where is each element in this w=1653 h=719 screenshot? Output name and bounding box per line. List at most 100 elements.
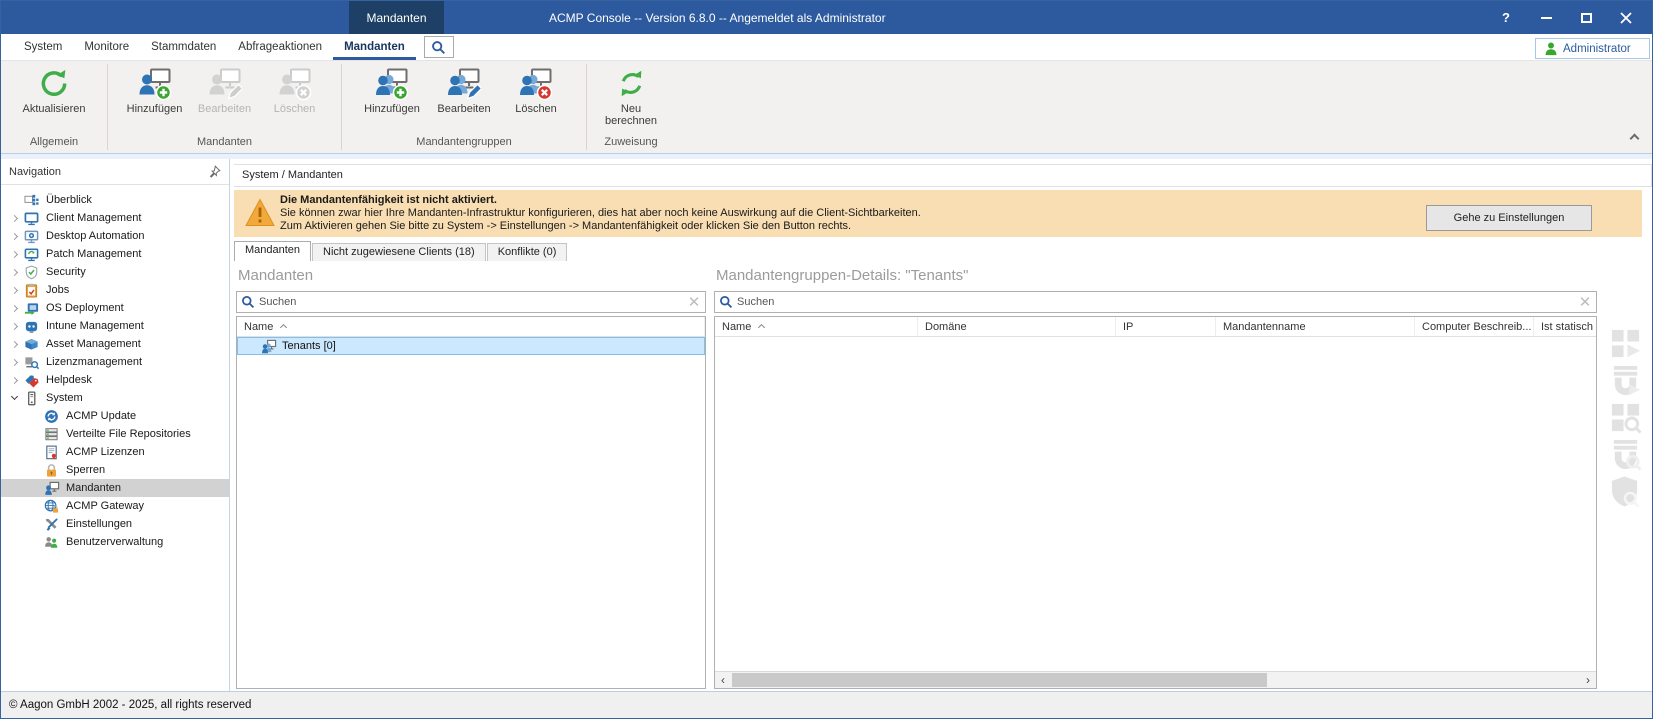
sidebar-item-jobs[interactable]: Jobs xyxy=(1,281,229,299)
ribbon-group-label: Mandantengruppen xyxy=(342,136,586,153)
column-header-name[interactable]: Name xyxy=(715,317,918,336)
details-table-body xyxy=(715,337,1596,671)
warning-icon xyxy=(244,197,276,234)
chevron-right-icon xyxy=(10,250,17,257)
menu-item-monitore[interactable]: Monitore xyxy=(73,34,140,60)
menu-search-button[interactable] xyxy=(424,36,454,58)
sidebar-item-acmp-lizenzen[interactable]: ACMP Lizenzen xyxy=(1,443,229,461)
titlebar-active-tab[interactable]: Mandanten xyxy=(349,1,444,34)
sidebar-item-desktop-automation[interactable]: Desktop Automation xyxy=(1,227,229,245)
watermark-strip xyxy=(1599,261,1652,691)
details-search-input[interactable] xyxy=(733,296,1574,308)
gruppen-hinzufuegen-button[interactable]: Hinzufügen xyxy=(356,61,428,115)
mandanten-hinzufuegen-button[interactable]: Hinzufügen xyxy=(120,61,190,115)
search-icon xyxy=(719,295,733,309)
menu-item-abfrageaktionen[interactable]: Abfrageaktionen xyxy=(227,34,333,60)
sidebar-item-mandanten[interactable]: Mandanten xyxy=(1,479,229,497)
tab-mandanten[interactable]: Mandanten xyxy=(234,241,311,261)
scrollbar-thumb[interactable] xyxy=(732,673,1267,687)
neu-berechnen-button[interactable]: Neu berechnen xyxy=(594,61,668,127)
breadcrumb: System / Mandanten xyxy=(234,164,1652,187)
sidebar-item-ueberblick[interactable]: Überblick xyxy=(1,191,229,209)
gruppen-bearbeiten-button[interactable]: Bearbeiten xyxy=(428,61,500,115)
ribbon-collapse-button[interactable] xyxy=(1631,129,1638,147)
menu-item-system[interactable]: System xyxy=(13,34,73,60)
clear-search-icon[interactable]: ✕ xyxy=(1574,293,1596,311)
scroll-left-icon[interactable]: ‹ xyxy=(715,673,731,688)
copyright-text: © Aagon GmbH 2002 - 2025, all rights res… xyxy=(9,699,251,711)
os-deployment-icon xyxy=(23,301,40,316)
sidebar-item-acmp-gateway[interactable]: ACMP Gateway xyxy=(1,497,229,515)
scrollbar-track[interactable] xyxy=(731,672,1580,688)
tab-nicht-zugewiesene-clients[interactable]: Nicht zugewiesene Clients (18) xyxy=(312,243,486,261)
scroll-right-icon[interactable]: › xyxy=(1580,673,1596,688)
watermark-list-play-icon xyxy=(1609,364,1642,397)
aktualisieren-button[interactable]: Aktualisieren xyxy=(8,61,100,115)
tenants-icon xyxy=(43,481,60,496)
sidebar-item-asset-management[interactable]: Asset Management xyxy=(1,335,229,353)
column-header-computer-beschreibung[interactable]: Computer Beschreib... xyxy=(1415,317,1534,336)
client-management-icon xyxy=(23,211,40,226)
sidebar-item-einstellungen[interactable]: Einstellungen xyxy=(1,515,229,533)
window-controls: ? xyxy=(1486,1,1646,34)
gehe-zu-einstellungen-button[interactable]: Gehe zu Einstellungen xyxy=(1426,205,1592,231)
chevron-right-icon xyxy=(10,322,17,329)
warning-line-3: Zum Aktivieren gehen Sie bitte zu System… xyxy=(280,220,921,233)
sidebar-item-verteilte-file-repositories[interactable]: Verteilte File Repositories xyxy=(1,425,229,443)
maximize-button[interactable] xyxy=(1566,1,1606,34)
watermark-list-search-icon xyxy=(1609,438,1642,471)
mandanten-loeschen-button[interactable]: Löschen xyxy=(260,61,330,115)
minimize-button[interactable] xyxy=(1526,1,1566,34)
chevron-right-icon xyxy=(10,376,17,383)
help-button[interactable]: ? xyxy=(1486,1,1526,34)
tabstrip: Mandanten Nicht zugewiesene Clients (18)… xyxy=(234,241,1652,261)
menu-item-mandanten[interactable]: Mandanten xyxy=(333,34,416,60)
license-management-icon xyxy=(23,355,40,370)
chevron-down-icon xyxy=(10,393,17,400)
sidebar-item-helpdesk[interactable]: Helpdesk xyxy=(1,371,229,389)
sidebar-item-security[interactable]: Security xyxy=(1,263,229,281)
ribbon-group-label: Mandanten xyxy=(108,136,341,153)
acmp-update-icon xyxy=(43,409,60,424)
search-icon xyxy=(431,40,446,55)
intune-management-icon xyxy=(23,319,40,334)
watermark-shield-search-icon xyxy=(1609,475,1642,508)
navigation-panel: Navigation Überblick Client Management xyxy=(1,159,230,691)
mandanten-bearbeiten-button[interactable]: Bearbeiten xyxy=(190,61,260,115)
sidebar-item-sperren[interactable]: Sperren xyxy=(1,461,229,479)
sidebar-item-benutzerverwaltung[interactable]: Benutzerverwaltung xyxy=(1,533,229,551)
column-header-mandantenname[interactable]: Mandantenname xyxy=(1216,317,1415,336)
chevron-right-icon xyxy=(10,286,17,293)
sidebar-item-intune-management[interactable]: Intune Management xyxy=(1,317,229,335)
column-header-domaene[interactable]: Domäne xyxy=(918,317,1116,336)
gateway-icon xyxy=(43,499,60,514)
sidebar-item-acmp-update[interactable]: ACMP Update xyxy=(1,407,229,425)
pin-icon[interactable] xyxy=(208,165,221,178)
column-header-ip[interactable]: IP xyxy=(1116,317,1216,336)
tab-konflikte[interactable]: Konflikte (0) xyxy=(487,243,568,261)
horizontal-scrollbar[interactable]: ‹ › xyxy=(715,671,1596,688)
sidebar-item-system[interactable]: System xyxy=(1,389,229,407)
administrator-label: Administrator xyxy=(1563,43,1631,55)
helpdesk-icon xyxy=(23,373,40,388)
patch-management-icon xyxy=(23,247,40,262)
sidebar-item-os-deployment[interactable]: OS Deployment xyxy=(1,299,229,317)
clear-search-icon[interactable]: ✕ xyxy=(683,293,705,311)
column-header-ist-statisch[interactable]: Ist statisch xyxy=(1534,317,1596,336)
administrator-button[interactable]: Administrator xyxy=(1535,38,1650,59)
sidebar-item-patch-management[interactable]: Patch Management xyxy=(1,245,229,263)
column-header-name[interactable]: Name xyxy=(237,317,705,336)
navigation-tree: Überblick Client Management Desktop Auto… xyxy=(1,185,229,551)
tenants-row[interactable]: Tenants [0] xyxy=(237,337,705,355)
recalculate-icon xyxy=(594,66,668,101)
close-button[interactable] xyxy=(1606,1,1646,34)
mandanten-panel-title: Mandanten xyxy=(234,263,708,289)
jobs-icon xyxy=(23,283,40,298)
mandanten-search-input[interactable] xyxy=(255,296,683,308)
sidebar-item-client-management[interactable]: Client Management xyxy=(1,209,229,227)
sidebar-item-lizenzmanagement[interactable]: Lizenzmanagement xyxy=(1,353,229,371)
menu-item-stammdaten[interactable]: Stammdaten xyxy=(140,34,227,60)
chevron-right-icon xyxy=(10,304,17,311)
sort-ascending-icon xyxy=(758,324,765,331)
gruppen-loeschen-button[interactable]: Löschen xyxy=(500,61,572,115)
